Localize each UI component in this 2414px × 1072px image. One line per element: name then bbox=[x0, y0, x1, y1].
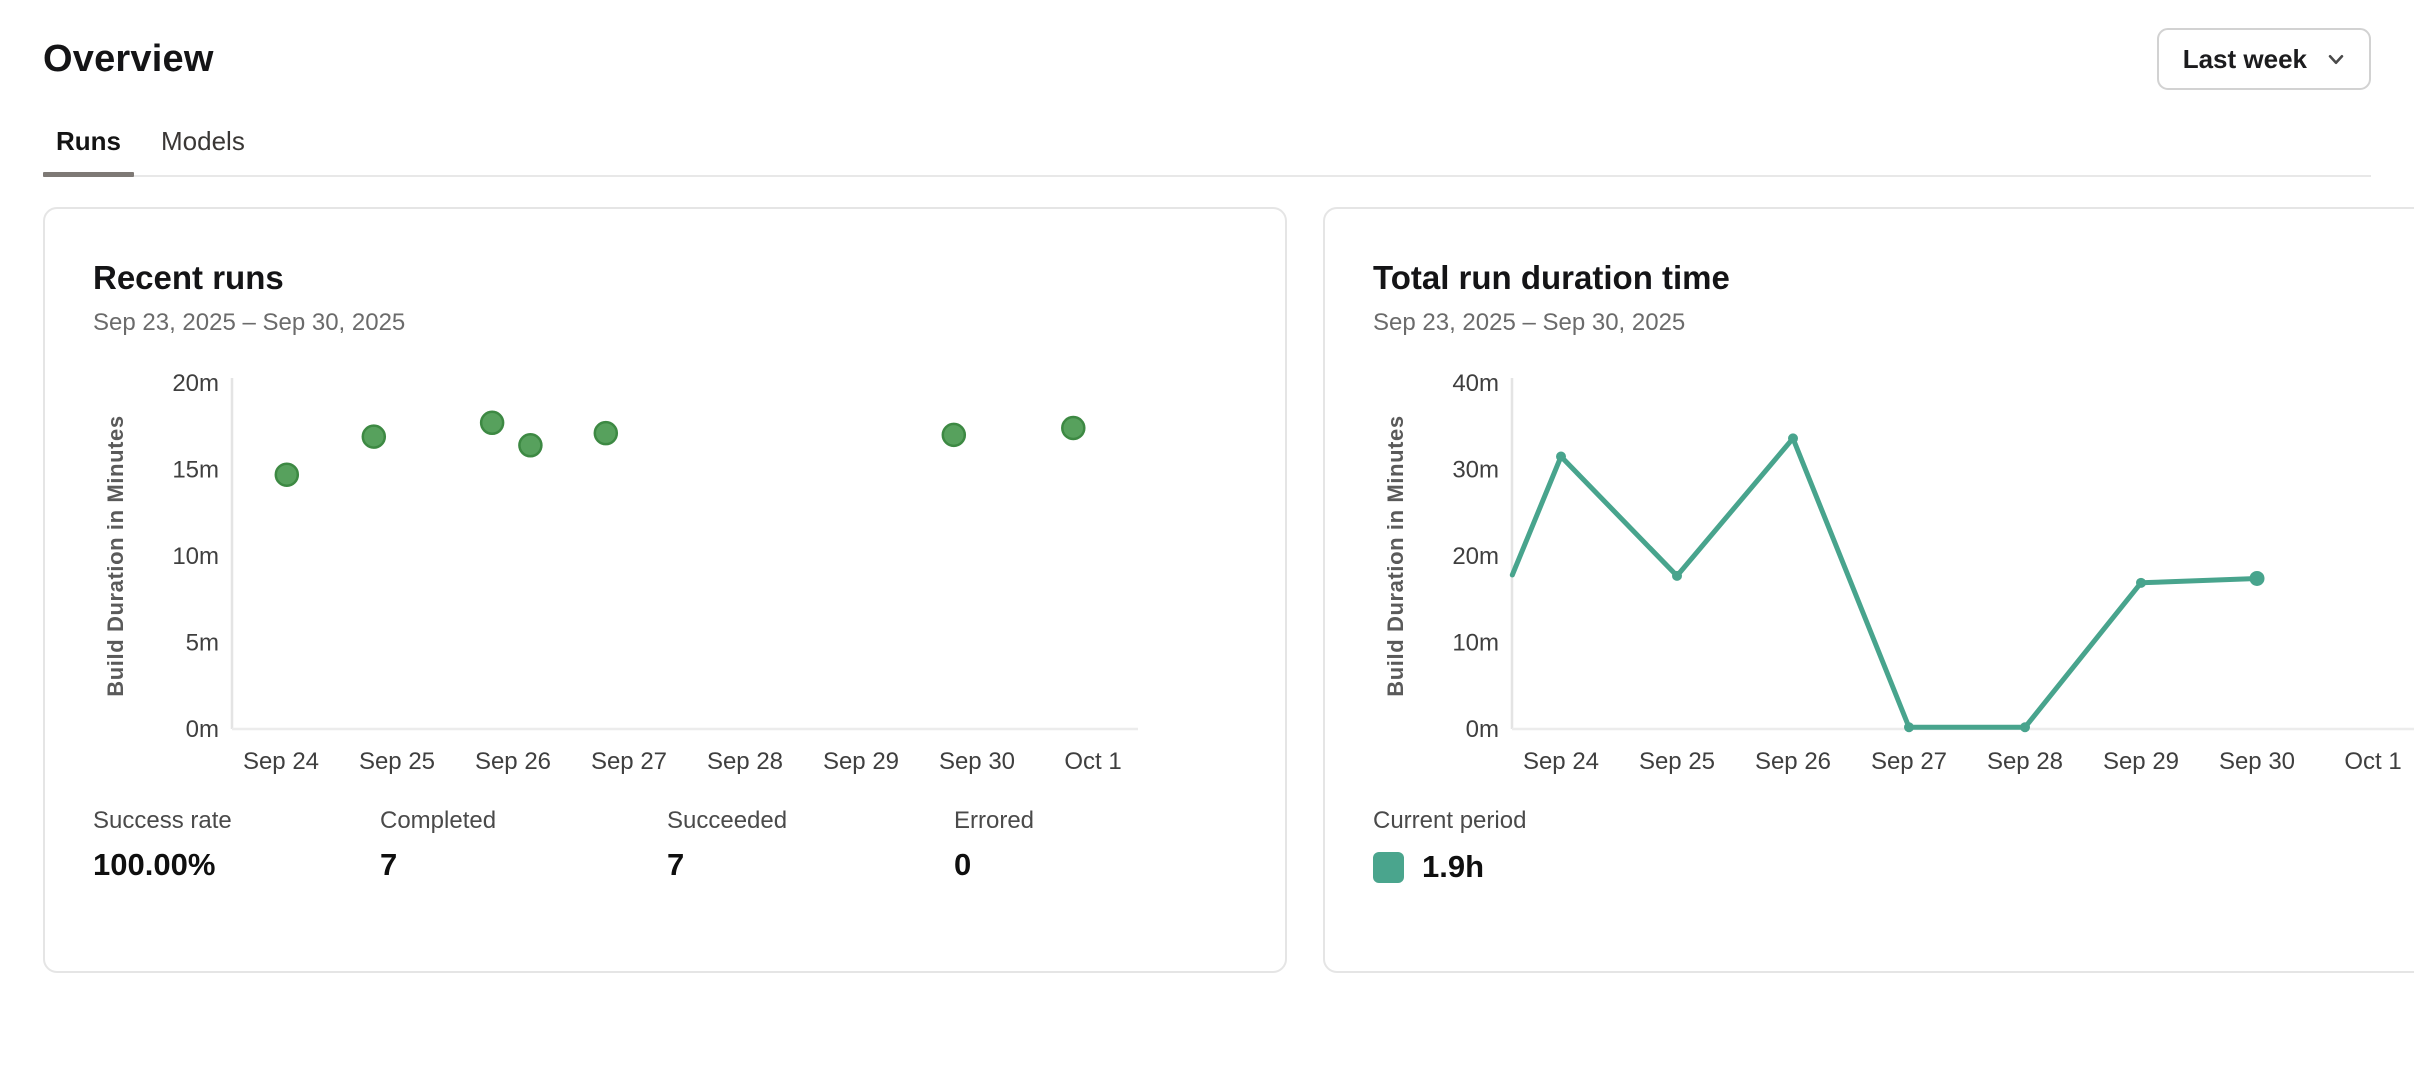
stat-label: Errored bbox=[954, 807, 1241, 835]
svg-text:Sep 24: Sep 24 bbox=[1523, 748, 1599, 775]
svg-text:0m: 0m bbox=[1466, 716, 1499, 743]
chevron-down-icon bbox=[2323, 46, 2349, 72]
cards-row: Recent runs Sep 23, 2025 – Sep 30, 2025 … bbox=[43, 207, 2371, 973]
total-run-duration-title: Total run duration time bbox=[1373, 259, 2414, 297]
stat-label: Success rate bbox=[93, 807, 380, 835]
svg-text:Sep 30: Sep 30 bbox=[939, 748, 1015, 775]
stat-value: 0 bbox=[954, 847, 1241, 883]
svg-text:Sep 27: Sep 27 bbox=[591, 748, 667, 775]
svg-text:Build Duration in Minutes: Build Duration in Minutes bbox=[103, 415, 128, 696]
stat-success-rate: Success rate 100.00% bbox=[93, 807, 380, 883]
svg-text:Sep 24: Sep 24 bbox=[243, 748, 319, 775]
tab-bar: Runs Models bbox=[43, 120, 2371, 177]
legend-row: 1.9h bbox=[1373, 849, 2414, 885]
recent-runs-scatter-chart[interactable]: 0m 5m 10m 15m 20m Sep 24 Sep 25 Sep 26 Sep 27 Sep… bbox=[93, 371, 1149, 783]
total-run-duration-card: Total run duration time Sep 23, 2025 – S… bbox=[1323, 207, 2414, 973]
legend-color-swatch bbox=[1373, 852, 1404, 883]
svg-text:30m: 30m bbox=[1452, 457, 1499, 484]
recent-runs-title: Recent runs bbox=[93, 259, 1241, 297]
svg-text:10m: 10m bbox=[172, 543, 219, 570]
tab-models[interactable]: Models bbox=[148, 120, 258, 175]
svg-text:Sep 25: Sep 25 bbox=[1639, 748, 1715, 775]
svg-text:10m: 10m bbox=[1452, 630, 1499, 657]
svg-text:Sep 29: Sep 29 bbox=[823, 748, 899, 775]
legend-value: 1.9h bbox=[1422, 849, 1484, 885]
stat-succeeded: Succeeded 7 bbox=[667, 807, 954, 883]
svg-text:Sep 26: Sep 26 bbox=[475, 748, 551, 775]
stat-value: 7 bbox=[380, 847, 667, 883]
svg-text:Oct 1: Oct 1 bbox=[2344, 748, 2401, 775]
svg-text:Sep 30: Sep 30 bbox=[2219, 748, 2295, 775]
period-selector-button[interactable]: Last week bbox=[2157, 28, 2371, 90]
svg-text:0m: 0m bbox=[186, 716, 219, 743]
svg-text:Oct 1: Oct 1 bbox=[1064, 748, 1121, 775]
svg-text:Sep 29: Sep 29 bbox=[2103, 748, 2179, 775]
stat-label: Completed bbox=[380, 807, 667, 835]
svg-text:20m: 20m bbox=[1452, 543, 1499, 570]
svg-text:Sep 26: Sep 26 bbox=[1755, 748, 1831, 775]
stat-value: 100.00% bbox=[93, 847, 380, 883]
svg-text:Sep 28: Sep 28 bbox=[1987, 748, 2063, 775]
recent-runs-card: Recent runs Sep 23, 2025 – Sep 30, 2025 … bbox=[43, 207, 1287, 973]
tab-runs[interactable]: Runs bbox=[43, 120, 134, 175]
overview-page: Overview Last week Runs Models Recent ru… bbox=[0, 28, 2414, 973]
current-period-legend: Current period 1.9h bbox=[1373, 807, 2414, 885]
legend-label: Current period bbox=[1373, 807, 2414, 835]
stat-errored: Errored 0 bbox=[954, 807, 1241, 883]
recent-runs-date-range: Sep 23, 2025 – Sep 30, 2025 bbox=[93, 309, 1241, 337]
period-selector-label: Last week bbox=[2183, 44, 2307, 75]
total-run-duration-line-chart[interactable]: 0m 10m 20m 30m 40m Sep 24 Sep 25 Sep 26 Sep 27 Se… bbox=[1373, 371, 2414, 783]
svg-text:5m: 5m bbox=[186, 630, 219, 657]
svg-text:Sep 25: Sep 25 bbox=[359, 748, 435, 775]
svg-text:15m: 15m bbox=[172, 457, 219, 484]
stat-label: Succeeded bbox=[667, 807, 954, 835]
stat-completed: Completed 7 bbox=[380, 807, 667, 883]
stat-value: 7 bbox=[667, 847, 954, 883]
svg-text:20m: 20m bbox=[172, 371, 219, 397]
svg-text:Build Duration in Minutes: Build Duration in Minutes bbox=[1383, 415, 1408, 696]
svg-text:Sep 27: Sep 27 bbox=[1871, 748, 1947, 775]
page-title: Overview bbox=[43, 38, 214, 81]
svg-text:Sep 28: Sep 28 bbox=[707, 748, 783, 775]
total-run-duration-date-range: Sep 23, 2025 – Sep 30, 2025 bbox=[1373, 309, 2414, 337]
page-header: Overview Last week bbox=[43, 28, 2371, 90]
svg-text:40m: 40m bbox=[1452, 371, 1499, 397]
recent-runs-stats: Success rate 100.00% Completed 7 Succeed… bbox=[93, 807, 1241, 883]
